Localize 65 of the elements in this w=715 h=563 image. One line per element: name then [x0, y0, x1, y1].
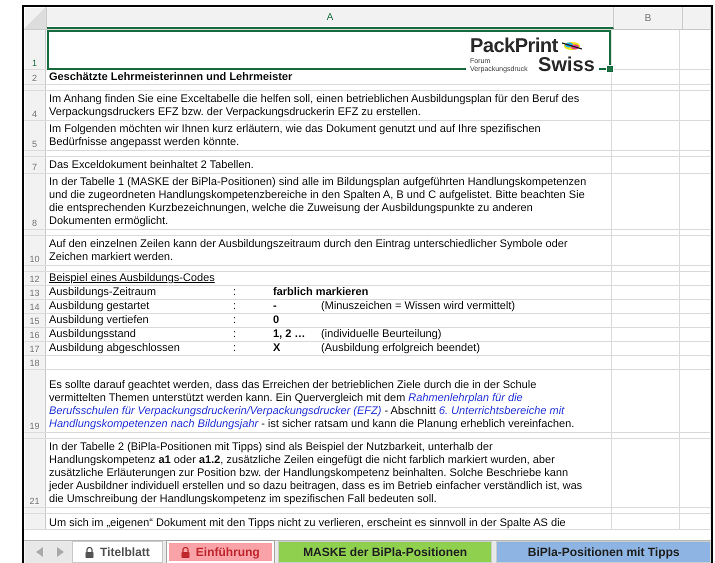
row-header[interactable] [24, 151, 46, 156]
next-sheet-icon[interactable] [56, 547, 64, 557]
row-header[interactable] [24, 85, 46, 90]
paragraph: Im Anhang finden Sie eine Exceltabelle die helfen soll, einen betrieblichen Ausbildungsplan für den Beruf des Verpackungsdruckers EFZ bzw. der Verpackungsdruckerin EFZ zu erstellen. [49, 93, 580, 119]
code-value: 0 [273, 314, 280, 327]
greeting-heading: Geschätzte Lehrmeisterinnen und Lehrmeister [49, 71, 292, 84]
row-header[interactable] [24, 230, 46, 235]
code-label: Ausbildungs-Zeitraum [49, 286, 157, 299]
row-header[interactable]: 10 [24, 236, 46, 265]
sheet-tab[interactable]: MASKE der BiPla-Positionen [278, 541, 492, 563]
colon: : [233, 286, 238, 299]
sheet-tab[interactable]: BiPla-Positionen mit Tipps [496, 541, 711, 563]
paragraph: In der Tabelle 2 (BiPla-Positionen mit Tipps) sind als Beispiel der Nutzbarkeit, unterhalb der Handlungskompetenz a1 oder a1.2, zusätzliche Zeilen eingefügt die nicht farblich markiert wurden, aber zusätzliche Erläuterungen zur Position bzw. der Handlungskompetenz beinhalten. Solche Beschriebe kann jeder Ausbildner individuell erstellen und so dazu beitragen, dass es im Betrieb einfacher verständlich ist, was die Umschreibung der Handlungskompetenz im spezifischen Fall bedeuten soll. [49, 441, 584, 506]
row-header[interactable]: 19 [24, 370, 46, 432]
code-value: farblich markieren [273, 286, 368, 299]
column-header[interactable]: A [47, 7, 614, 29]
colon: : [233, 342, 238, 355]
row-header[interactable]: 15 [24, 314, 46, 327]
previous-sheet-icon[interactable] [36, 547, 44, 557]
code-note: (Minuszeichen = Wissen wird vermittelt) [321, 300, 516, 313]
sheet-tab[interactable]: Einführung [166, 541, 274, 563]
document-link[interactable]: Handlungskompetenzen nach Bildungsjahr [49, 418, 258, 430]
row-header[interactable]: 17 [24, 342, 46, 355]
row-header[interactable]: 7 [24, 157, 46, 173]
row-header[interactable]: 5 [24, 121, 46, 150]
colon: : [233, 314, 238, 327]
code-value: - [273, 300, 278, 313]
sheet-tab[interactable]: Titelblatt [72, 541, 163, 563]
code-value: 1, 2 … [273, 328, 306, 341]
paragraph: In der Tabelle 1 (MASKE der BiPla-Positionen) sind alle im Bildungsplan aufgeführten Handlungskompetenzen und die zugeordneten Handlungskompetenzbereiche in den Spalten A, B und C aufgelistet. Bitte beachten Sie die entsprechenden Kurzbezeichnungen, welche die Zuweisung der Ausbildungspunkte zu anderen Dokumenten ermöglicht. [49, 176, 588, 228]
column-header[interactable]: B [614, 7, 683, 29]
paragraph: Um sich im „eigenen“ Dokument mit den Tipps nicht zu verlieren, erscheint es sinnvoll in der Spalte AS die [49, 516, 567, 529]
paragraph: Es sollte darauf geachtet werden, dass das Erreichen der betrieblichen Ziele durch die in der Schule vermittelten Themen unterstützt werden kann. Ein Quervergleich mit dem Rahmenlehrplan für die Berufsschulen für Verpackungsdruckerin/Verpackungsdrucker (EFZ) - Abschnitt 6. Unterrichtsbereiche mit Handlungskompetenzen nach Bildungsjahr - ist sicher ratsam und kann die Planung erheblich vereinfachen. [49, 379, 576, 431]
code-label: Ausbildung abgeschlossen [49, 342, 181, 355]
colon: : [233, 300, 238, 313]
section-heading: Beispiel eines Ausbildungs-Codes [49, 272, 215, 285]
document-link[interactable]: Berufsschulen für Verpackungsdruckerin/Verpackungsdrucker (EFZ) [49, 405, 382, 417]
row-header[interactable]: 13 [24, 286, 46, 299]
row-header[interactable]: 4 [24, 91, 46, 120]
row-header[interactable]: 14 [24, 300, 46, 313]
row-header[interactable]: 16 [24, 328, 46, 341]
row-header[interactable]: 12 [24, 272, 46, 285]
row-header[interactable]: 21 [24, 439, 46, 507]
code-note: (individuelle Beurteilung) [321, 328, 442, 341]
colon: : [233, 328, 238, 341]
paragraph: Auf den einzelnen Zeilen kann der Ausbildungszeitraum durch den Eintrag unterschiedlicher Symbole oder Zeichen markiert werden. [49, 238, 569, 264]
paragraph: Im Folgenden möchten wir Ihnen kurz erläutern, wie das Dokument genutzt und auf Ihre spezifischen Bedürfnisse angepasst werden könnte. [49, 123, 542, 149]
code-label: Ausbildung vertiefen [49, 314, 150, 327]
code-label: Ausbildungsstand [49, 328, 137, 341]
row-header[interactable] [24, 433, 46, 438]
row-header[interactable] [24, 514, 46, 529]
document-link[interactable]: 6. Unterrichtsbereiche mit [438, 405, 564, 417]
code-note: (Ausbildung erfolgreich beendet) [321, 342, 480, 355]
code-label: Ausbildung gestartet [49, 300, 150, 313]
row-header[interactable] [24, 266, 46, 271]
row-header[interactable] [24, 508, 46, 513]
row-header[interactable]: 1 [24, 30, 46, 69]
row-header[interactable]: 18 [24, 356, 46, 369]
document-link[interactable]: Rahmenlehrplan für die [408, 392, 523, 404]
paragraph: Das Exceldokument beinhaltet 2 Tabellen. [49, 159, 255, 172]
row-header[interactable]: 2 [24, 70, 46, 84]
code-value: X [273, 342, 282, 355]
logo-icon [560, 40, 583, 52]
row-header[interactable]: 8 [24, 174, 46, 229]
select-all-corner[interactable] [24, 7, 47, 29]
